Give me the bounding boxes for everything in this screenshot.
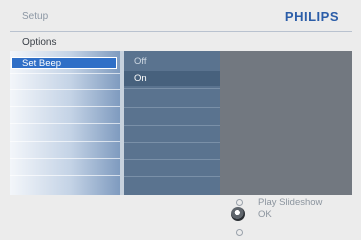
value-column: Off On [124,51,220,195]
philips-logo: PHILIPS [284,9,339,24]
navigation-wheel-icon [231,207,245,221]
header-bar: Setup PHILIPS [0,0,361,32]
row-divider [10,73,120,74]
options-column: Set Beep [10,51,120,195]
option-off[interactable]: Off [124,55,220,69]
menu-title: Options [22,37,57,48]
row-divider [10,175,120,176]
hint-ok: OK [258,209,272,220]
row-divider [124,176,220,177]
row-divider [124,159,220,160]
row-divider [124,142,220,143]
row-divider [124,88,220,89]
row-divider [10,123,120,124]
setup-title: Setup [22,11,49,22]
row-divider [10,158,120,159]
row-divider [10,141,120,142]
row-divider [10,106,120,107]
row-divider [124,125,220,126]
up-arrow-icon [236,199,243,206]
header-divider [10,31,352,32]
down-arrow-icon [236,229,243,236]
row-divider [10,89,120,90]
navigation-hints: Play Slideshow OK [230,196,360,240]
preview-area [220,51,352,195]
hint-play-slideshow: Play Slideshow [258,197,323,208]
menu-item-set-beep[interactable]: Set Beep [11,57,117,69]
option-on[interactable]: On [124,71,220,86]
row-divider [124,107,220,108]
menu-panel: Set Beep Off On [10,51,352,195]
